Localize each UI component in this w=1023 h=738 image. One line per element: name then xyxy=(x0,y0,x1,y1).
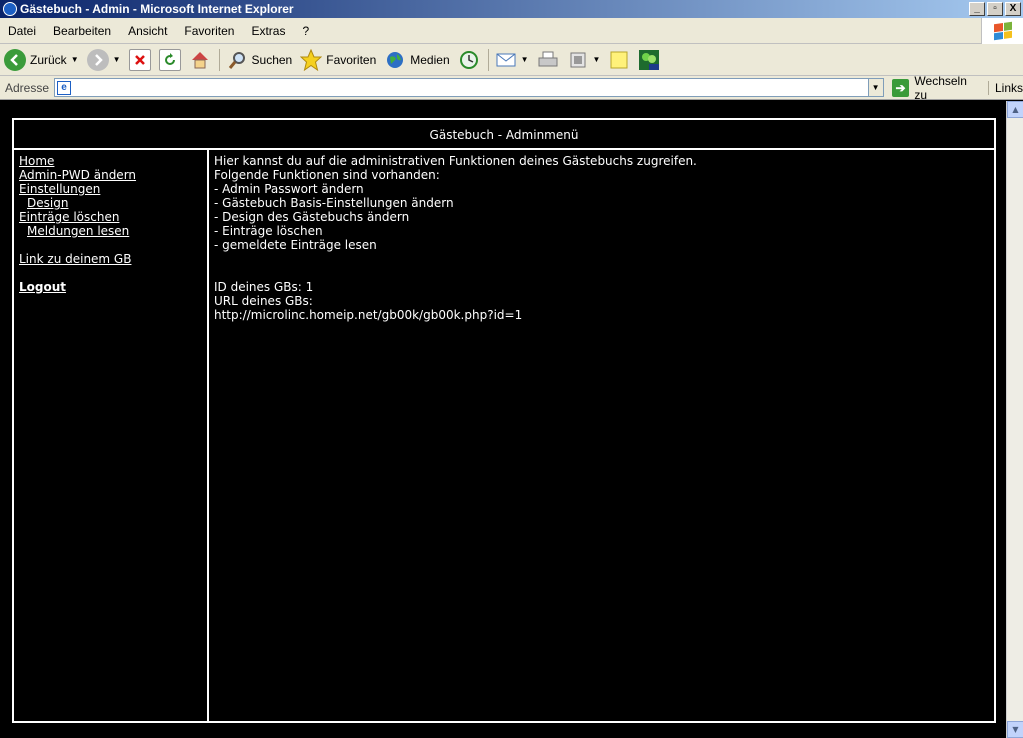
intro-text: Hier kannst du auf die administrativen F… xyxy=(214,154,697,168)
address-field[interactable]: e ▼ xyxy=(54,78,884,97)
favorites-label: Favoriten xyxy=(326,52,377,67)
messenger-icon xyxy=(638,49,660,71)
toolbar-separator xyxy=(487,48,489,71)
scroll-down-icon[interactable]: ▼ xyxy=(1007,721,1023,738)
forward-button[interactable]: ▼ xyxy=(86,48,121,71)
history-button[interactable] xyxy=(458,49,480,71)
nav-delete-entries[interactable]: Einträge löschen xyxy=(19,210,207,224)
edit-dropdown-icon[interactable]: ▼ xyxy=(593,55,601,64)
address-label: Adresse xyxy=(5,80,50,95)
star-icon xyxy=(300,48,323,71)
menu-extras[interactable]: Extras xyxy=(243,24,294,38)
mail-dropdown-icon[interactable]: ▼ xyxy=(521,55,529,64)
functions-heading: Folgende Funktionen sind vorhanden: xyxy=(214,168,440,182)
note-icon xyxy=(608,49,630,71)
ie-icon xyxy=(3,2,17,16)
window-title: Gästebuch - Admin - Microsoft Internet E… xyxy=(20,2,294,16)
nav-home[interactable]: Home xyxy=(19,154,207,168)
go-button[interactable]: ➔ Wechseln zu xyxy=(891,73,982,102)
nav-admin-pwd[interactable]: Admin-PWD ändern xyxy=(19,168,207,182)
admin-content: Hier kannst du auf die administrativen F… xyxy=(209,150,994,721)
minimize-button[interactable]: _ xyxy=(969,2,985,16)
search-label: Suchen xyxy=(251,52,293,67)
back-arrow-icon xyxy=(4,48,26,71)
title-bar: Gästebuch - Admin - Microsoft Internet E… xyxy=(0,0,1023,18)
notes-button[interactable] xyxy=(608,49,630,71)
stop-icon xyxy=(128,48,151,71)
go-label: Wechseln zu xyxy=(914,73,967,102)
toolbar: Zurück ▼ ▼ Suchen Favoriten Medien ▼ ▼ xyxy=(0,44,1023,76)
toolbar-separator xyxy=(218,48,220,71)
nav-design[interactable]: Design xyxy=(19,196,207,210)
nav-read-reports[interactable]: Meldungen lesen xyxy=(19,224,207,238)
back-button[interactable]: Zurück ▼ xyxy=(4,48,79,71)
page-viewport: Gästebuch - Adminmenü Home Admin-PWD änd… xyxy=(0,101,1006,738)
search-icon xyxy=(226,49,248,71)
menu-ansicht[interactable]: Ansicht xyxy=(120,24,176,38)
globe-icon xyxy=(384,49,406,71)
menu-bar: Datei Bearbeiten Ansicht Favoriten Extra… xyxy=(0,18,1023,44)
back-dropdown-icon[interactable]: ▼ xyxy=(71,55,79,64)
search-button[interactable]: Suchen xyxy=(226,49,293,71)
page-title: Gästebuch - Adminmenü xyxy=(14,120,994,150)
function-item: - gemeldete Einträge lesen xyxy=(214,238,377,252)
close-button[interactable]: X xyxy=(1005,2,1021,16)
nav-logout[interactable]: Logout xyxy=(19,280,207,294)
home-icon xyxy=(189,49,211,71)
go-arrow-icon: ➔ xyxy=(891,78,910,97)
history-icon xyxy=(458,49,480,71)
admin-frame: Gästebuch - Adminmenü Home Admin-PWD änd… xyxy=(12,118,996,723)
gb-url-label: URL deines GBs: xyxy=(214,294,313,308)
refresh-button[interactable] xyxy=(158,48,181,71)
menu-favoriten[interactable]: Favoriten xyxy=(176,24,243,38)
menu-bearbeiten[interactable]: Bearbeiten xyxy=(45,24,120,38)
edit-icon xyxy=(567,49,589,71)
function-item: - Design des Gästebuchs ändern xyxy=(214,210,410,224)
menu-help[interactable]: ? xyxy=(294,24,318,38)
function-item: - Admin Passwort ändern xyxy=(214,182,364,196)
mail-icon xyxy=(495,49,517,71)
back-label: Zurück xyxy=(30,52,67,67)
windows-logo-icon xyxy=(981,18,1023,44)
refresh-icon xyxy=(158,48,181,71)
scroll-up-icon[interactable]: ▲ xyxy=(1007,101,1023,118)
forward-arrow-icon xyxy=(86,48,109,71)
gb-url: http://microlinc.homeip.net/gb00k/gb00k.… xyxy=(214,308,523,322)
nav-settings[interactable]: Einstellungen xyxy=(19,182,207,196)
address-dropdown-icon[interactable]: ▼ xyxy=(867,79,883,96)
mail-button[interactable]: ▼ xyxy=(495,49,529,71)
edit-button[interactable]: ▼ xyxy=(567,49,601,71)
address-input[interactable] xyxy=(75,79,868,96)
gb-id: ID deines GBs: 1 xyxy=(214,280,314,294)
nav-link-gb[interactable]: Link zu deinem GB xyxy=(19,252,207,266)
function-item: - Einträge löschen xyxy=(214,224,323,238)
media-button[interactable]: Medien xyxy=(384,49,450,71)
printer-icon xyxy=(537,49,559,71)
vertical-scrollbar[interactable]: ▲ ▼ xyxy=(1006,101,1023,738)
admin-nav: Home Admin-PWD ändern Einstellungen Desi… xyxy=(14,150,209,721)
stop-button[interactable] xyxy=(128,48,151,71)
function-item: - Gästebuch Basis-Einstellungen ändern xyxy=(214,196,454,210)
maximize-button[interactable]: ▫ xyxy=(987,2,1003,16)
messenger-button[interactable] xyxy=(638,49,660,71)
favorites-button[interactable]: Favoriten xyxy=(300,48,377,71)
menu-datei[interactable]: Datei xyxy=(0,24,45,38)
frame-body: Home Admin-PWD ändern Einstellungen Desi… xyxy=(14,150,994,721)
page-icon: e xyxy=(57,80,72,95)
links-button[interactable]: Links xyxy=(987,80,1023,95)
home-button[interactable] xyxy=(189,49,211,71)
print-button[interactable] xyxy=(537,49,559,71)
media-label: Medien xyxy=(410,52,450,67)
address-bar: Adresse e ▼ ➔ Wechseln zu Links xyxy=(0,73,1023,102)
forward-dropdown-icon[interactable]: ▼ xyxy=(113,55,121,64)
